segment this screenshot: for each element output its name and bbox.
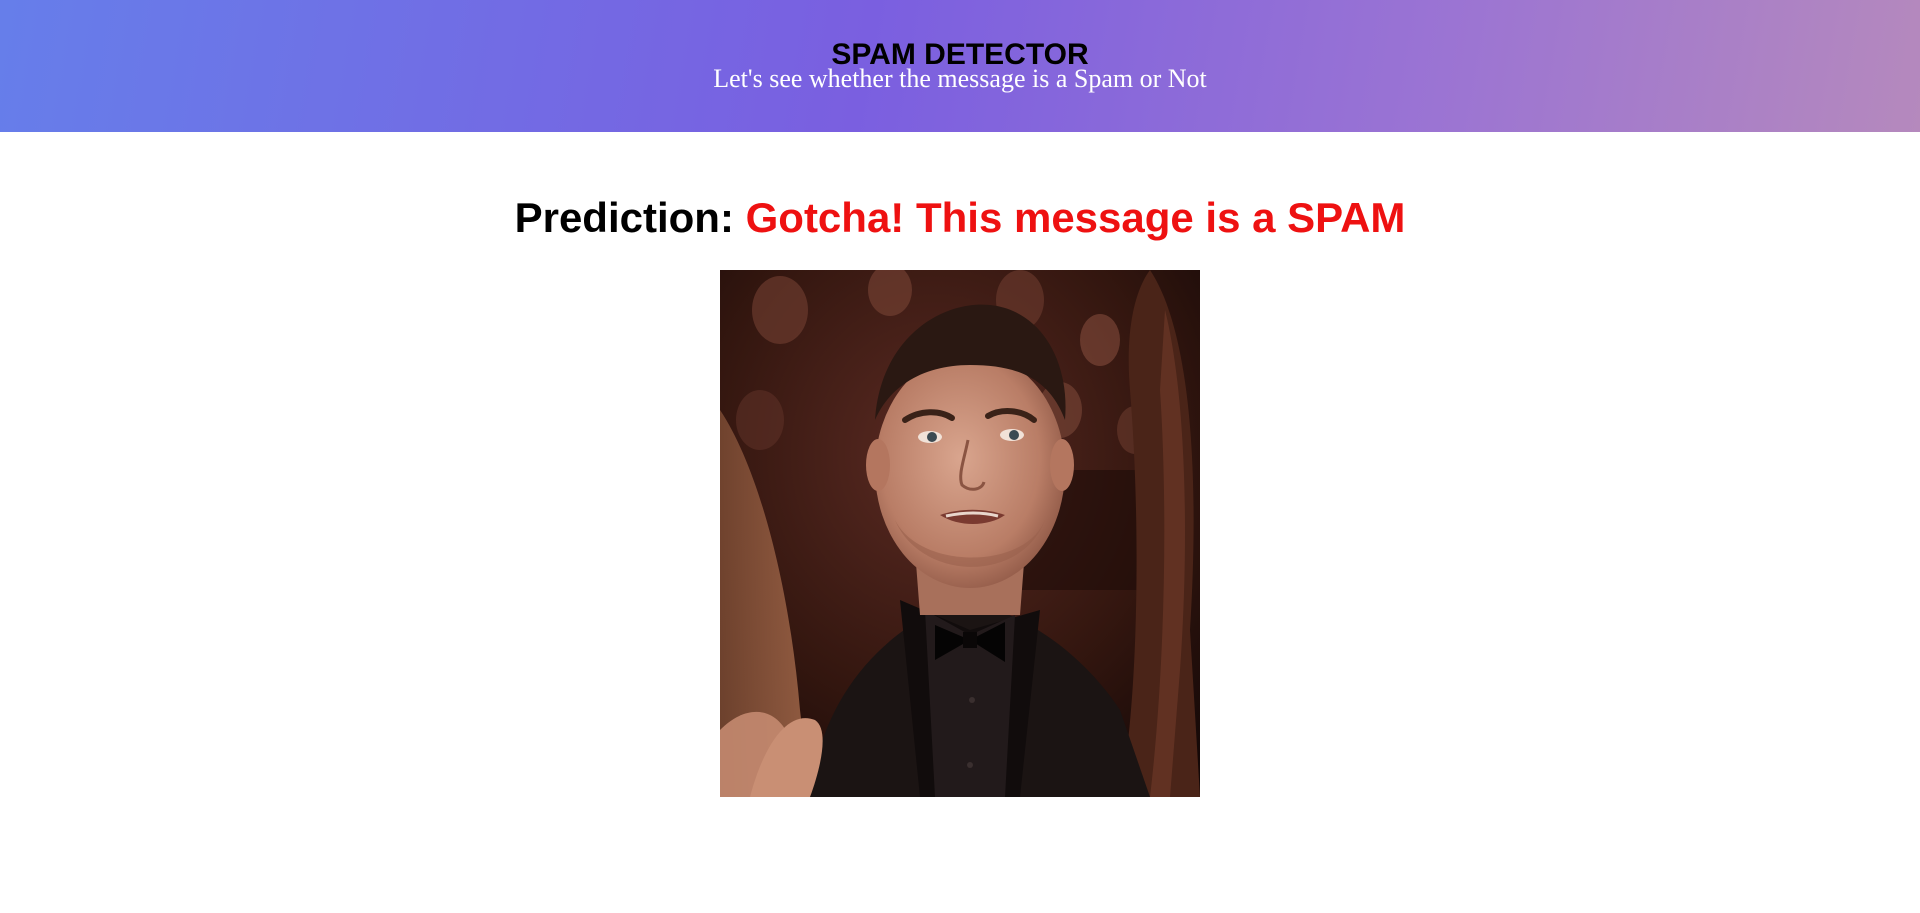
header-banner: SPAM DETECTOR Let's see whether the mess… bbox=[0, 0, 1920, 132]
prediction-heading: Prediction: Gotcha! This message is a SP… bbox=[0, 190, 1920, 246]
prediction-result: Gotcha! This message is a SPAM bbox=[745, 194, 1406, 241]
app-subtitle: Let's see whether the message is a Spam … bbox=[713, 64, 1207, 93]
prediction-label: Prediction: bbox=[514, 194, 734, 241]
result-image bbox=[720, 270, 1200, 797]
